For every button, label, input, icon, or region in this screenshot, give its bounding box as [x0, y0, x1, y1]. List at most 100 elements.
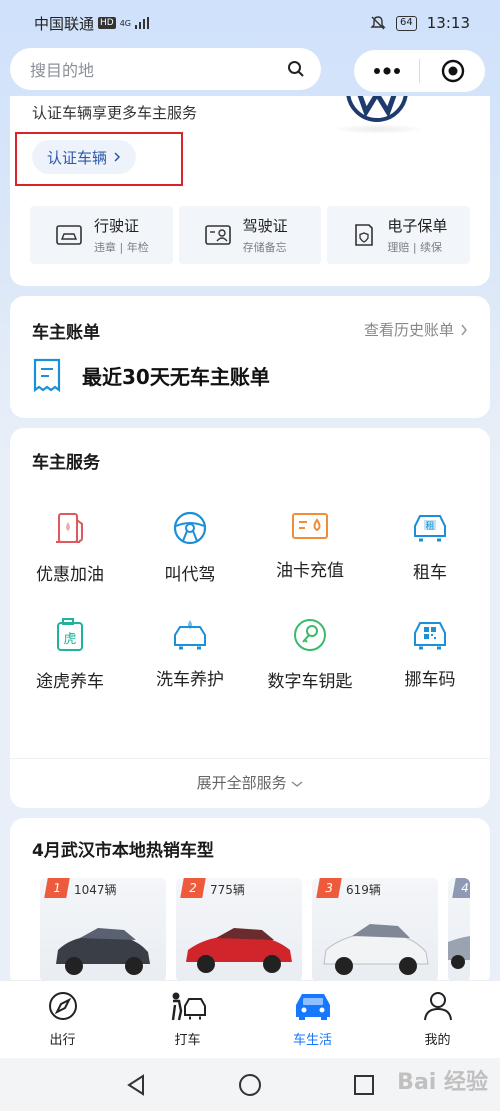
car-wash-icon: [174, 620, 206, 650]
recents-icon[interactable]: [353, 1074, 375, 1096]
expand-services-button[interactable]: 展开全部服务: [10, 772, 490, 793]
bill-card: 车主账单 查看历史账单 最近30天无车主账单: [10, 296, 490, 418]
driver-license-icon: [204, 225, 231, 245]
service-label: 数字车钥匙: [267, 672, 353, 692]
carrier-label: 中国联通: [34, 14, 95, 33]
person-icon: [423, 992, 452, 1021]
status-bar: 中国联通 HD 4G 64 13:13: [0, 0, 500, 46]
service-label: 叫代驾: [164, 565, 216, 585]
fuel-card-icon: [292, 513, 328, 539]
hot-cars-card: 4月武汉市本地热销车型 1 1047辆 2 775辆 3 619辆 4: [10, 818, 490, 988]
car-key-icon: [294, 619, 326, 651]
logo-shadow: [330, 124, 426, 134]
network-label: 4G: [119, 18, 132, 28]
bottom-nav: 出行 打车 车生活 我的: [0, 980, 500, 1058]
steering-wheel-icon: [173, 511, 207, 545]
search-input[interactable]: 搜目的地: [10, 48, 321, 90]
watermark: Bai 经验: [397, 1070, 488, 1095]
target-icon: [441, 59, 464, 83]
hot-cars-title: 4月武汉市本地热销车型: [32, 841, 214, 861]
search-icon: [288, 61, 304, 77]
signal-icon: [135, 17, 150, 29]
service-label: 优惠加油: [36, 565, 104, 585]
svg-text:虎: 虎: [63, 632, 76, 647]
mini-program-capsule: [354, 50, 485, 92]
doc-driver-license[interactable]: 驾驶证 存储备忘: [178, 206, 322, 264]
service-designated-driver[interactable]: 叫代驾: [130, 510, 250, 585]
service-car-wash[interactable]: 洗车养护: [130, 617, 250, 692]
rent-car-icon: 租: [414, 515, 446, 542]
bill-empty-row: 最近30天无车主账单: [32, 358, 270, 392]
mute-bell-icon: [370, 16, 386, 30]
highlight-annotation: [15, 132, 183, 186]
hd-badge: HD: [98, 17, 116, 29]
svg-text:租: 租: [425, 521, 434, 532]
nav-label: 打车: [174, 1033, 201, 1048]
hot-cars-list: 1 1047辆 2 775辆 3 619辆 4: [40, 878, 470, 982]
bill-card-title: 车主账单: [32, 323, 100, 343]
car-image-icon: [323, 924, 429, 975]
car-image-icon: [448, 936, 470, 969]
fuel-icon: [56, 513, 83, 543]
car-card[interactable]: 3 619辆: [312, 878, 438, 982]
service-fuel-card[interactable]: 油卡充值: [250, 510, 370, 585]
doc-subtitle: 存储备忘: [242, 241, 287, 254]
car-image-icon: [56, 928, 150, 975]
doc-title: 驾驶证: [242, 217, 288, 235]
service-label: 挪车码: [404, 670, 456, 690]
service-move-car-code[interactable]: 挪车码: [370, 617, 490, 692]
service-label: 油卡充值: [276, 561, 344, 581]
more-dots-icon: [373, 67, 400, 75]
services-card: 车主服务 优惠加油 叫代驾 油卡充值 租 租车 虎 途虎养车 洗车养护 数字车钥…: [10, 428, 490, 808]
car-image-icon: [186, 928, 292, 973]
clock: 13:13: [426, 14, 470, 32]
insurance-icon: [355, 224, 374, 246]
service-label: 洗车养护: [156, 670, 224, 690]
doc-driving-license[interactable]: 行驶证 违章 | 年检: [30, 206, 173, 264]
nav-label: 我的: [424, 1033, 451, 1048]
service-label: 途虎养车: [36, 672, 104, 692]
doc-title: 行驶证: [94, 217, 140, 235]
service-digital-key[interactable]: 数字车钥匙: [250, 617, 370, 692]
car-life-icon: [295, 994, 330, 1020]
history-bill-link[interactable]: 查看历史账单: [364, 319, 468, 340]
expand-services-label: 展开全部服务: [196, 774, 287, 792]
receipt-icon: [33, 358, 61, 392]
document-row: 行驶证 违章 | 年检 驾驶证 存储备忘 电子保单 理赔 | 续保: [30, 206, 471, 264]
chevron-down-icon: [291, 781, 303, 787]
taxi-icon: [171, 992, 206, 1021]
car-license-icon: [56, 225, 82, 245]
chevron-right-icon: [461, 324, 467, 335]
doc-subtitle: 理赔 | 续保: [387, 241, 443, 254]
services-divider: [10, 758, 490, 759]
vehicle-card: 认证车辆享更多车主服务 认证车辆 行驶证 违章 | 年检 驾驶证 存储备忘 电子…: [10, 96, 490, 286]
close-miniprogram-button[interactable]: [420, 50, 485, 92]
nav-travel[interactable]: 出行: [0, 981, 125, 1058]
doc-title: 电子保单: [387, 217, 448, 235]
bill-empty-text: 最近30天无车主账单: [82, 364, 270, 389]
qr-car-icon: [414, 622, 446, 650]
doc-subtitle: 违章 | 年检: [94, 241, 149, 254]
more-button[interactable]: [354, 50, 419, 92]
nav-car-life[interactable]: 车生活: [250, 981, 375, 1058]
car-card[interactable]: 1 1047辆: [40, 878, 166, 982]
car-card[interactable]: 4: [448, 878, 470, 982]
service-tuhu[interactable]: 虎 途虎养车: [10, 617, 130, 692]
back-icon[interactable]: [125, 1073, 147, 1096]
nav-taxi[interactable]: 打车: [125, 981, 250, 1058]
nav-mine[interactable]: 我的: [375, 981, 500, 1058]
doc-insurance[interactable]: 电子保单 理赔 | 续保: [327, 206, 471, 264]
tuhu-icon: 虎: [57, 618, 83, 651]
service-rent-car[interactable]: 租 租车: [370, 510, 490, 585]
services-grid: 优惠加油 叫代驾 油卡充值 租 租车 虎 途虎养车 洗车养护 数字车钥匙 挪车码: [10, 510, 490, 692]
nav-label: 车生活: [292, 1033, 332, 1048]
service-fuel[interactable]: 优惠加油: [10, 510, 130, 585]
history-bill-label: 查看历史账单: [363, 321, 454, 339]
home-icon[interactable]: [238, 1073, 262, 1097]
service-label: 租车: [413, 563, 447, 583]
car-card[interactable]: 2 775辆: [176, 878, 302, 982]
compass-icon: [48, 992, 77, 1020]
battery-icon: 64: [396, 15, 417, 31]
vehicle-tip: 认证车辆享更多车主服务: [32, 104, 198, 122]
vw-logo-icon: [346, 96, 408, 122]
